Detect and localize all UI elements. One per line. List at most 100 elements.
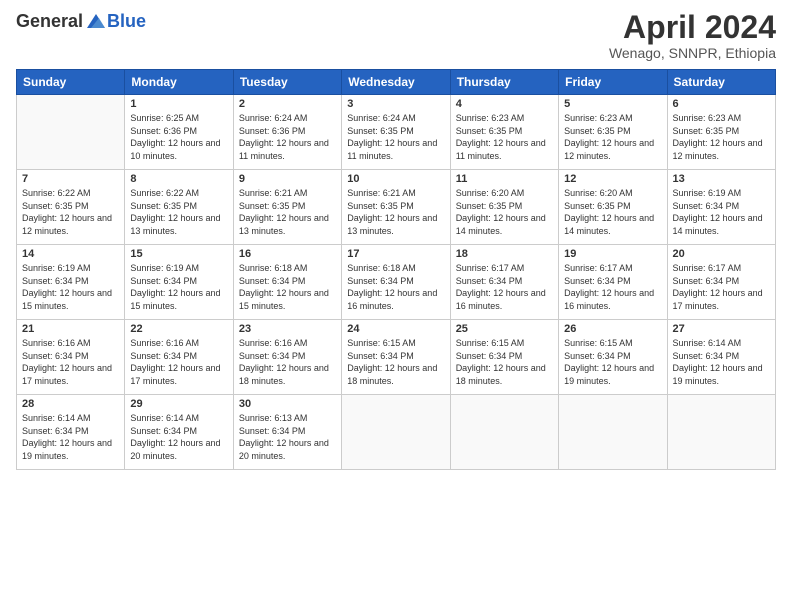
calendar-cell: 15Sunrise: 6:19 AMSunset: 6:34 PMDayligh… [125,245,233,320]
daylight-text: Daylight: 12 hours and 14 minutes. [564,212,661,237]
daylight-text: Daylight: 12 hours and 16 minutes. [564,287,661,312]
day-number: 27 [673,323,770,335]
calendar-header-tuesday: Tuesday [233,70,341,95]
calendar-cell: 9Sunrise: 6:21 AMSunset: 6:35 PMDaylight… [233,170,341,245]
day-info: Sunrise: 6:16 AMSunset: 6:34 PMDaylight:… [130,337,227,387]
day-info: Sunrise: 6:18 AMSunset: 6:34 PMDaylight:… [347,262,444,312]
sunset-text: Sunset: 6:34 PM [456,350,553,363]
calendar-cell [450,395,558,470]
calendar-cell: 29Sunrise: 6:14 AMSunset: 6:34 PMDayligh… [125,395,233,470]
daylight-text: Daylight: 12 hours and 14 minutes. [673,212,770,237]
day-number: 26 [564,323,661,335]
daylight-text: Daylight: 12 hours and 13 minutes. [239,212,336,237]
day-number: 6 [673,98,770,110]
sunrise-text: Sunrise: 6:23 AM [456,112,553,125]
sunset-text: Sunset: 6:34 PM [564,275,661,288]
day-number: 18 [456,248,553,260]
calendar-header-friday: Friday [559,70,667,95]
calendar-cell: 14Sunrise: 6:19 AMSunset: 6:34 PMDayligh… [17,245,125,320]
sunset-text: Sunset: 6:34 PM [130,425,227,438]
day-number: 9 [239,173,336,185]
calendar-cell [667,395,775,470]
day-info: Sunrise: 6:23 AMSunset: 6:35 PMDaylight:… [456,112,553,162]
calendar-cell: 21Sunrise: 6:16 AMSunset: 6:34 PMDayligh… [17,320,125,395]
daylight-text: Daylight: 12 hours and 13 minutes. [347,212,444,237]
daylight-text: Daylight: 12 hours and 14 minutes. [456,212,553,237]
calendar-cell [559,395,667,470]
day-info: Sunrise: 6:14 AMSunset: 6:34 PMDaylight:… [22,412,119,462]
sunset-text: Sunset: 6:34 PM [347,350,444,363]
calendar-cell: 18Sunrise: 6:17 AMSunset: 6:34 PMDayligh… [450,245,558,320]
calendar-cell: 2Sunrise: 6:24 AMSunset: 6:36 PMDaylight… [233,95,341,170]
day-info: Sunrise: 6:23 AMSunset: 6:35 PMDaylight:… [564,112,661,162]
day-number: 20 [673,248,770,260]
sunrise-text: Sunrise: 6:21 AM [347,187,444,200]
day-info: Sunrise: 6:19 AMSunset: 6:34 PMDaylight:… [22,262,119,312]
day-info: Sunrise: 6:15 AMSunset: 6:34 PMDaylight:… [456,337,553,387]
calendar-header-monday: Monday [125,70,233,95]
sunrise-text: Sunrise: 6:17 AM [673,262,770,275]
sunrise-text: Sunrise: 6:17 AM [456,262,553,275]
logo-area: General Blue [16,10,146,32]
day-number: 15 [130,248,227,260]
week-row-4: 21Sunrise: 6:16 AMSunset: 6:34 PMDayligh… [17,320,776,395]
sunrise-text: Sunrise: 6:23 AM [564,112,661,125]
daylight-text: Daylight: 12 hours and 19 minutes. [673,362,770,387]
calendar-cell: 17 Sunrise: 6:18 AMSunset: 6:34 PMDayligh… [342,245,450,320]
sunrise-text: Sunrise: 6:19 AM [22,262,119,275]
day-number: 29 [130,398,227,410]
sunset-text: Sunset: 6:35 PM [239,200,336,213]
sunset-text: Sunset: 6:35 PM [456,200,553,213]
day-number: 30 [239,398,336,410]
calendar-cell: 23Sunrise: 6:16 AMSunset: 6:34 PMDayligh… [233,320,341,395]
calendar-cell: 25Sunrise: 6:15 AMSunset: 6:34 PMDayligh… [450,320,558,395]
calendar-cell: 27 Sunrise: 6:14 AMSunset: 6:34 PMDayligh… [667,320,775,395]
daylight-text: Daylight: 12 hours and 12 minutes. [22,212,119,237]
day-number: 17 [347,248,444,260]
sunset-text: Sunset: 6:35 PM [564,200,661,213]
day-number: 4 [456,98,553,110]
calendar-cell [17,95,125,170]
daylight-text: Daylight: 12 hours and 17 minutes. [673,287,770,312]
sunset-text: Sunset: 6:34 PM [130,350,227,363]
day-number: 28 [22,398,119,410]
calendar-cell: 26Sunrise: 6:15 AMSunset: 6:34 PMDayligh… [559,320,667,395]
sunset-text: Sunset: 6:34 PM [239,350,336,363]
day-info: Sunrise: 6:25 AMSunset: 6:36 PMDaylight:… [130,112,227,162]
calendar-header-wednesday: Wednesday [342,70,450,95]
day-info: Sunrise: 6:19 AMSunset: 6:34 PMDaylight:… [673,187,770,237]
main-title: April 2024 [609,10,776,45]
calendar-cell: 24Sunrise: 6:15 AMSunset: 6:34 PMDayligh… [342,320,450,395]
sunset-text: Sunset: 6:34 PM [130,275,227,288]
daylight-text: Daylight: 12 hours and 19 minutes. [564,362,661,387]
sunset-text: Sunset: 6:35 PM [347,125,444,138]
sunset-text: Sunset: 6:34 PM [239,275,336,288]
day-number: 11 [456,173,553,185]
daylight-text: Daylight: 12 hours and 11 minutes. [347,137,444,162]
sunset-text: Sunset: 6:34 PM [239,425,336,438]
day-info: Sunrise: 6:20 AMSunset: 6:35 PMDaylight:… [564,187,661,237]
day-number: 24 [347,323,444,335]
day-info: Sunrise: 6:14 AMSunset: 6:34 PMDaylight:… [673,337,770,387]
sunrise-text: Sunrise: 6:14 AM [673,337,770,350]
sunset-text: Sunset: 6:34 PM [673,350,770,363]
day-info: Sunrise: 6:22 AMSunset: 6:35 PMDaylight:… [130,187,227,237]
sunset-text: Sunset: 6:35 PM [347,200,444,213]
day-number: 19 [564,248,661,260]
calendar-cell: 3Sunrise: 6:24 AMSunset: 6:35 PMDaylight… [342,95,450,170]
calendar-cell: 22 Sunrise: 6:16 AMSunset: 6:34 PMDayligh… [125,320,233,395]
calendar-cell: 1Sunrise: 6:25 AMSunset: 6:36 PMDaylight… [125,95,233,170]
daylight-text: Daylight: 12 hours and 13 minutes. [130,212,227,237]
day-info: Sunrise: 6:23 AMSunset: 6:35 PMDaylight:… [673,112,770,162]
logo: General Blue [16,10,146,32]
sunset-text: Sunset: 6:36 PM [130,125,227,138]
day-number: 22 [130,323,227,335]
sunrise-text: Sunrise: 6:16 AM [130,337,227,350]
sunrise-text: Sunrise: 6:15 AM [347,337,444,350]
day-info: Sunrise: 6:24 AMSunset: 6:35 PMDaylight:… [347,112,444,162]
day-info: Sunrise: 6:16 AMSunset: 6:34 PMDaylight:… [239,337,336,387]
day-info: Sunrise: 6:20 AMSunset: 6:35 PMDaylight:… [456,187,553,237]
sunset-text: Sunset: 6:35 PM [564,125,661,138]
daylight-text: Daylight: 12 hours and 17 minutes. [130,362,227,387]
sunrise-text: Sunrise: 6:17 AM [564,262,661,275]
